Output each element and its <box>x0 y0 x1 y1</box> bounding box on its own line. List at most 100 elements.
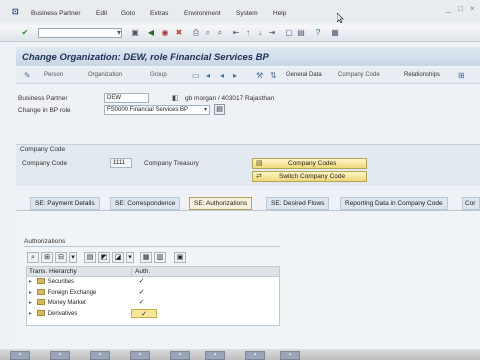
organization-button[interactable]: Organization <box>88 72 122 78</box>
company-code-button[interactable]: Company Code <box>338 72 380 78</box>
first-page-icon[interactable]: ⇤ <box>231 28 241 38</box>
change-role-select[interactable]: FS0000 Financial Services BP <box>104 105 210 115</box>
exit-icon[interactable]: ◉ <box>160 28 170 38</box>
expand-arrow-icon[interactable]: ▸ <box>29 290 32 296</box>
company-code-section <box>16 144 480 186</box>
expand-arrow-icon[interactable]: ▸ <box>29 311 32 317</box>
auth-checkbox[interactable]: ✓ <box>137 298 146 307</box>
maximize-icon[interactable]: □ <box>458 4 468 14</box>
auth-checkbox[interactable]: ✓ <box>137 277 146 286</box>
expand-icon[interactable]: ⊞ <box>41 252 53 263</box>
company-code-label: Company Code <box>22 160 68 167</box>
auth-checkbox-selected[interactable]: ✓ <box>131 308 157 318</box>
tab-reporting-data[interactable]: Reporting Data in Company Code <box>340 197 448 210</box>
menu-environment[interactable]: Environment <box>184 10 221 17</box>
new-session-icon[interactable]: ▢ <box>284 28 294 38</box>
tab-payment-details[interactable]: SE: Payment Details <box>30 197 100 210</box>
layout-menu-icon[interactable]: ▦ <box>330 28 340 38</box>
expand-arrow-icon[interactable]: ▸ <box>29 279 32 285</box>
layout-icon[interactable]: ▦ <box>140 252 152 263</box>
partner-type-icon: ◧ <box>172 95 179 102</box>
tools-icon[interactable]: ⚒ <box>256 71 263 80</box>
display-change-icon[interactable]: ✎ <box>24 71 31 80</box>
previous-arrow-icon[interactable]: ◂ <box>206 71 210 80</box>
more-arrow-icon[interactable]: ▾ <box>69 252 77 263</box>
screen-title-bar: Change Organization: DEW, role Financial… <box>16 47 480 66</box>
taskbar-app-icon[interactable]: ▪ <box>205 351 225 360</box>
cancel-icon[interactable]: ✖ <box>174 28 184 38</box>
column-trans-hierarchy[interactable]: Trans. Hierarchy <box>29 268 77 275</box>
taskbar-app-icon[interactable]: ▪ <box>130 351 150 360</box>
enter-check-icon[interactable]: ✔ <box>20 28 30 38</box>
command-field[interactable] <box>38 28 122 38</box>
tree-row-foreign-exchange[interactable]: ▸ Foreign Exchange ✓ <box>27 288 279 299</box>
deselect-all-icon[interactable]: ◪ <box>112 252 124 263</box>
command-dropdown-icon[interactable]: ▾ <box>114 28 124 38</box>
tab-cor[interactable]: Cor <box>462 197 480 210</box>
relationships-button[interactable]: Relationships <box>404 72 440 78</box>
folder-icon <box>36 309 45 316</box>
save-icon[interactable]: ▣ <box>130 28 140 38</box>
tab-authorizations[interactable]: SE: Authorizations <box>189 197 253 210</box>
role-details-icon[interactable]: ▤ <box>214 104 225 115</box>
taskbar-app-icon[interactable]: ▪ <box>90 351 110 360</box>
menu-system[interactable]: System <box>236 10 258 17</box>
previous-page-icon[interactable]: ↑ <box>243 28 253 38</box>
find-icon[interactable]: ⌕ <box>203 28 213 38</box>
taskbar-app-icon[interactable]: ▪ <box>280 351 300 360</box>
tab-correspondence[interactable]: SE: Correspondence <box>110 197 181 210</box>
other-partner-icon[interactable]: ▭ <box>192 71 200 80</box>
last-page-icon[interactable]: ⇥ <box>267 28 277 38</box>
close-window-icon[interactable]: × <box>470 4 480 14</box>
back-icon[interactable]: ◀ <box>146 28 156 38</box>
select-all-icon[interactable]: ◩ <box>98 252 110 263</box>
group-button[interactable]: Group <box>150 72 167 78</box>
tab-desired-flows[interactable]: SE: Desired Flows <box>266 197 330 210</box>
menu-extras[interactable]: Extras <box>150 10 168 17</box>
page-title: Change Organization: DEW, role Financial… <box>22 52 269 63</box>
menu-edit[interactable]: Edit <box>96 10 107 17</box>
more-arrow-icon[interactable]: ▾ <box>126 252 134 263</box>
column-auth[interactable]: Auth. <box>135 268 150 275</box>
column-divider <box>131 267 132 277</box>
menu-goto[interactable]: Goto <box>121 10 135 17</box>
hierarchy-icon[interactable]: ⇅ <box>270 71 277 80</box>
print-icon[interactable]: ⎙ <box>191 28 201 38</box>
auth-checkbox[interactable]: ✓ <box>137 288 146 297</box>
chevron-down-icon[interactable]: ▾ <box>204 106 207 113</box>
general-data-button[interactable]: General Data <box>286 72 322 78</box>
person-button[interactable]: Person <box>44 72 63 78</box>
sap-menu-icon[interactable]: ⊡ <box>12 7 22 16</box>
tree-row-money-market[interactable]: ▸ Money Market ✓ <box>27 298 279 309</box>
business-partner-field[interactable]: DEW <box>104 93 149 103</box>
help-icon[interactable]: ? <box>313 28 323 38</box>
company-codes-button[interactable]: ▤ Company Codes <box>252 158 367 169</box>
overflow-icon[interactable]: ⊞ <box>458 71 465 80</box>
next-arrow-icon[interactable]: ◂ <box>220 71 224 80</box>
shortcut-icon[interactable]: ▤ <box>296 28 306 38</box>
taskbar-app-icon[interactable]: ▪ <box>10 351 30 360</box>
tree-header: Trans. Hierarchy Auth. <box>27 267 279 277</box>
taskbar-app-icon[interactable]: ▪ <box>50 351 70 360</box>
company-code-field[interactable]: 1111 <box>110 158 132 168</box>
details-icon[interactable]: ⌕ <box>27 252 39 263</box>
export-icon[interactable]: ▤ <box>84 252 96 263</box>
tree-row-derivatives[interactable]: ▸ Derivatives ✓ <box>27 308 279 320</box>
next-page-icon[interactable]: ↓ <box>255 28 265 38</box>
find-next-icon[interactable]: ⌕ <box>215 28 225 38</box>
print-list-icon[interactable]: ▣ <box>174 252 186 263</box>
menu-business-partner[interactable]: Business Partner <box>31 10 81 17</box>
expand-arrow-icon[interactable]: ▸ <box>29 300 32 306</box>
taskbar-app-icon[interactable]: ▪ <box>245 351 265 360</box>
filter-icon[interactable]: ▥ <box>154 252 166 263</box>
collapse-icon[interactable]: ⊟ <box>55 252 67 263</box>
menu-help[interactable]: Help <box>273 10 286 17</box>
minimize-icon[interactable]: _ <box>446 4 456 14</box>
business-partner-label: Business Partner <box>18 95 68 102</box>
authorizations-title: Authorizations <box>24 238 66 245</box>
taskbar-app-icon[interactable]: ▪ <box>170 351 190 360</box>
forward-arrow-icon[interactable]: ▸ <box>233 71 237 80</box>
tree-row-securities[interactable]: ▸ Securities ✓ <box>27 277 279 288</box>
switch-company-code-button[interactable]: ⇄ Switch Company Code <box>252 171 367 182</box>
tree-row-label: Securities <box>47 279 75 285</box>
